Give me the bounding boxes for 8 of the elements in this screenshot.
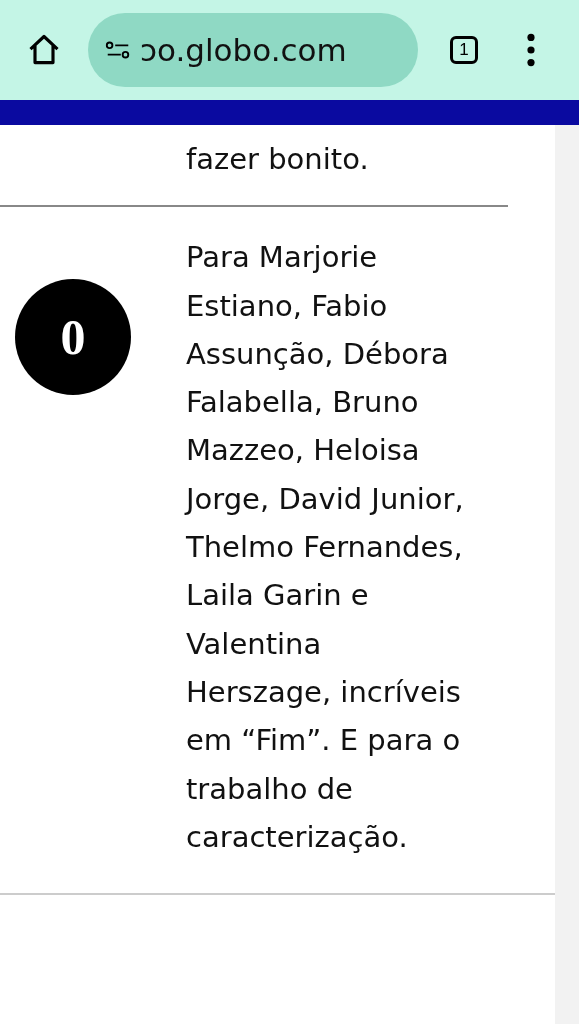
number-badge: 0: [15, 279, 131, 396]
paragraph: Para Marjorie Estiano, Fabio Assunção, Débora Falabella, Bruno Mazzeo, Heloisa Jorge, David Junior, Thelmo Fernandes, Laila Garin e Valentina Herszage, incríveis em “Fim”. E para o trabalho de caracterização.: [186, 239, 465, 856]
site-settings-icon[interactable]: [104, 40, 132, 60]
menu-icon[interactable]: [526, 32, 536, 68]
paragraph: fazer bonito.: [186, 141, 370, 178]
tab-count-button[interactable]: 1: [450, 36, 478, 64]
url-text[interactable]: ɔo.globo.com: [140, 32, 347, 68]
address-bar[interactable]: ɔo.globo.com: [88, 13, 418, 87]
